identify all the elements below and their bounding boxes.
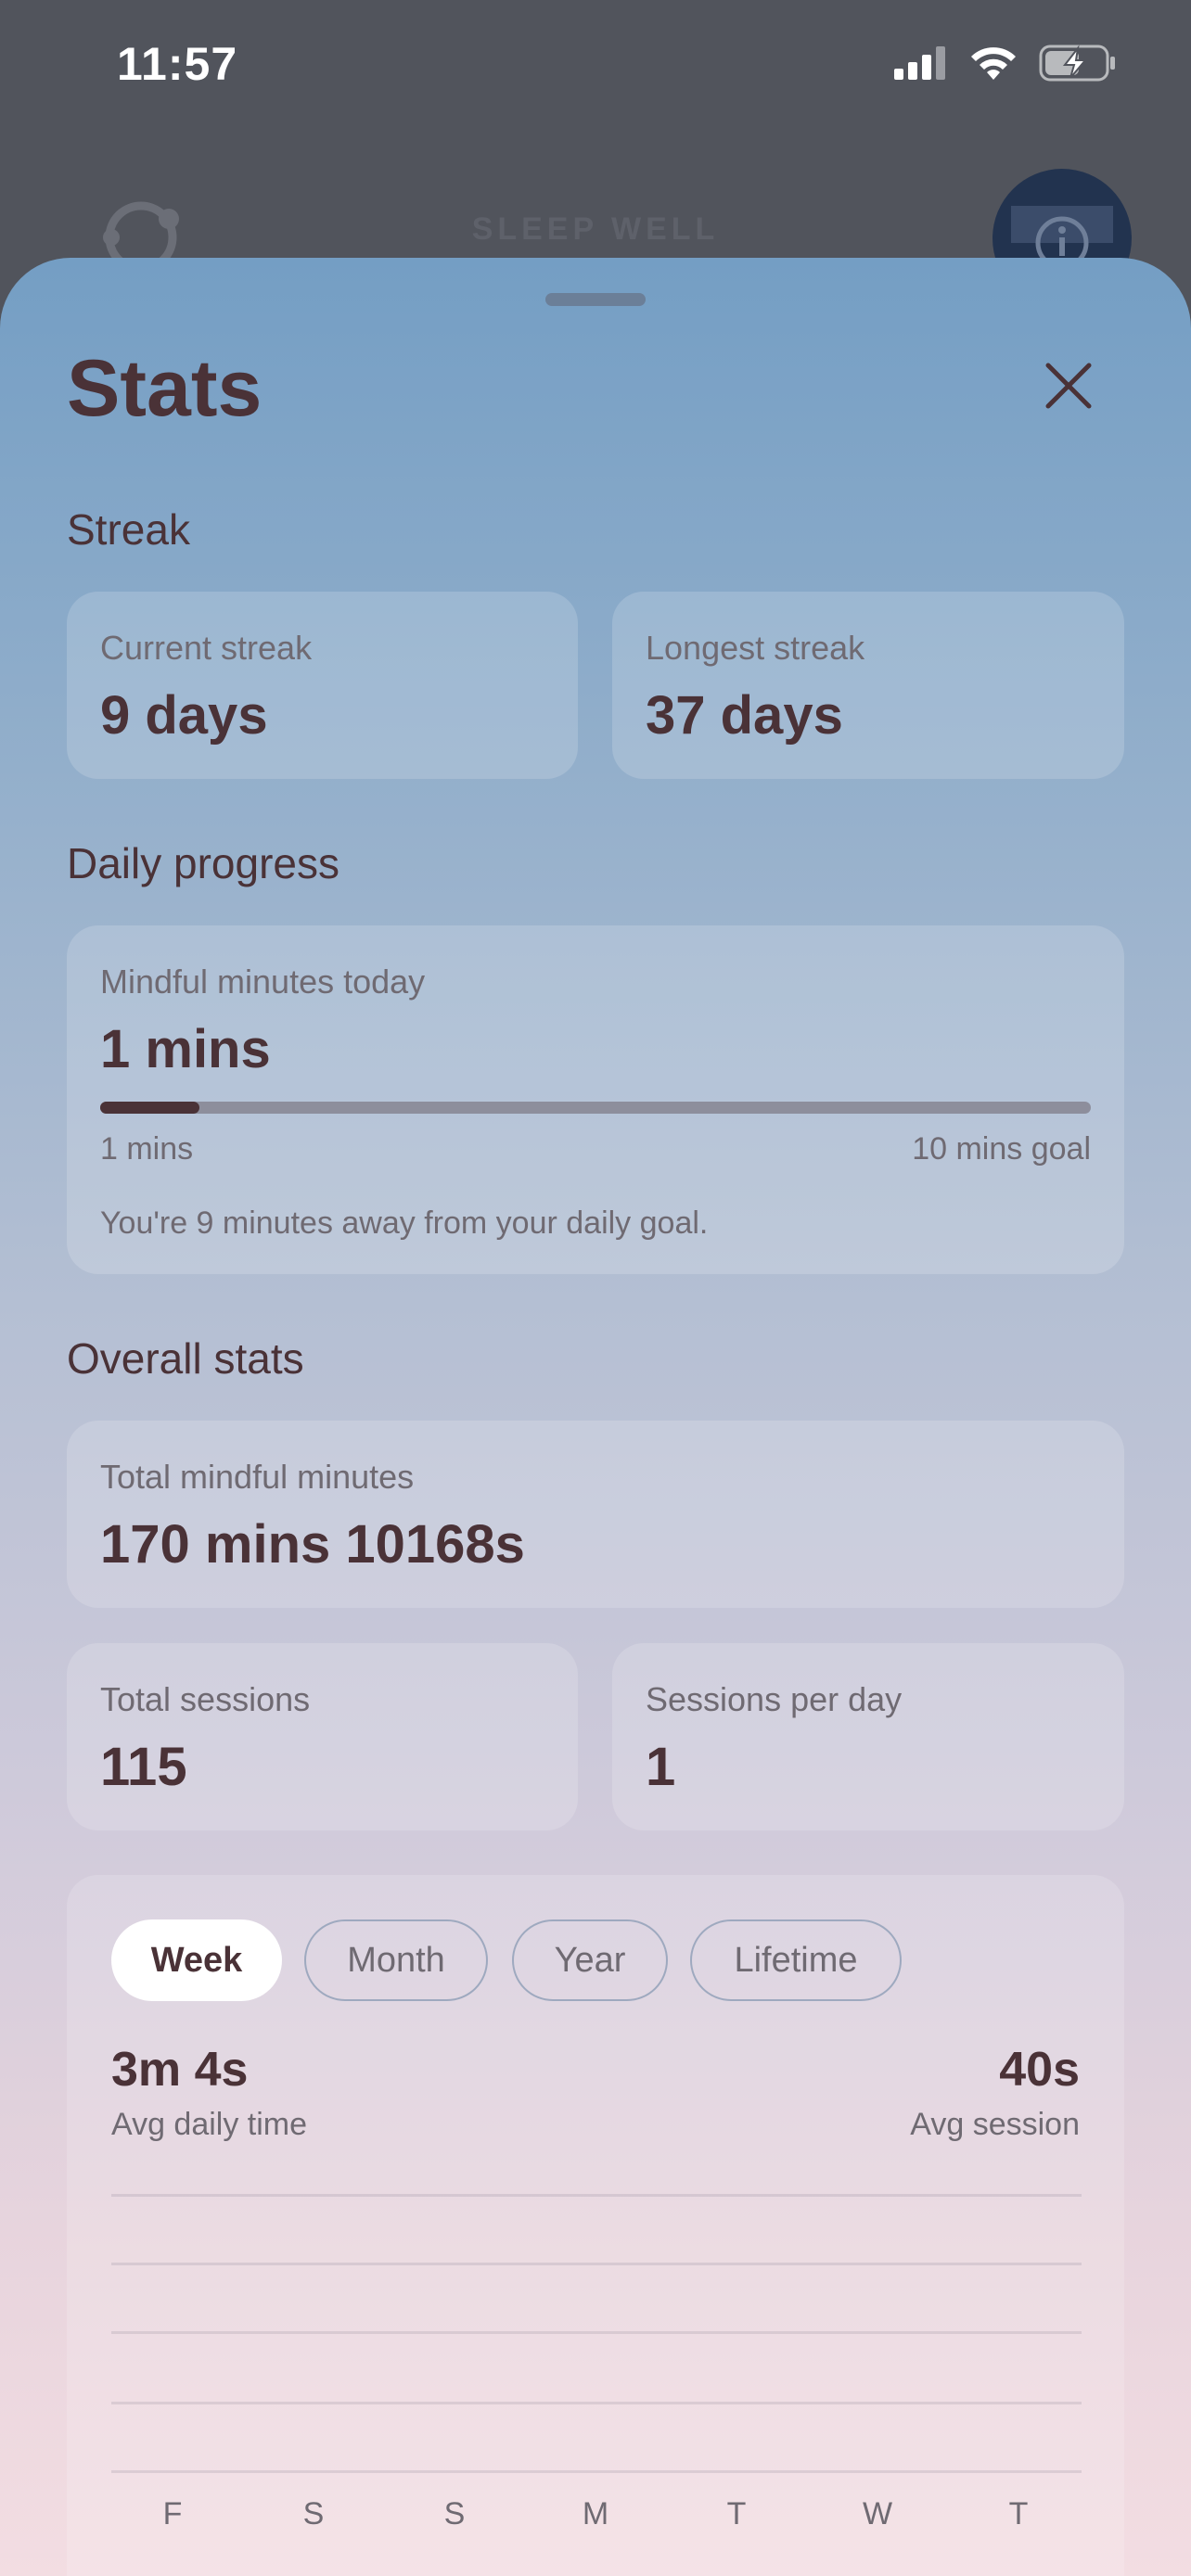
chart-gridline bbox=[111, 2470, 1082, 2473]
total-minutes-label: Total mindful minutes bbox=[100, 1458, 415, 1496]
sessions-per-day-value: 1 bbox=[646, 1737, 676, 1797]
progress-min-label: 1 mins bbox=[100, 1131, 194, 1167]
mindful-minutes-today-label: Mindful minutes today bbox=[100, 963, 426, 1001]
total-sessions-label: Total sessions bbox=[100, 1680, 311, 1718]
total-minutes-value: 170 mins 10168s bbox=[100, 1514, 525, 1575]
daily-progress-fill bbox=[100, 1102, 199, 1114]
day-label: M bbox=[582, 2496, 609, 2531]
day-label: S bbox=[302, 2496, 325, 2531]
longest-streak-label: Longest streak bbox=[646, 629, 865, 667]
status-time: 11:57 bbox=[117, 38, 238, 90]
avg-daily-value: 3m 4s bbox=[111, 2043, 249, 2097]
day-label: S bbox=[443, 2496, 466, 2531]
tab-month[interactable]: Month bbox=[304, 1919, 488, 2001]
streak-heading: Streak bbox=[67, 505, 190, 554]
sessions-per-day-card: Sessions per day 1 bbox=[612, 1643, 1124, 1830]
wifi-icon bbox=[971, 47, 1016, 80]
day-label: F bbox=[162, 2496, 183, 2531]
mindful-minutes-today-value: 1 mins bbox=[100, 1019, 271, 1079]
current-streak-label: Current streak bbox=[100, 629, 313, 667]
progress-message: You're 9 minutes away from your daily go… bbox=[100, 1205, 709, 1241]
period-stats-card: Week Month Year Lifetime 3m 4s Avg daily… bbox=[67, 1875, 1124, 2576]
day-label: W bbox=[862, 2496, 893, 2531]
chart-gridline bbox=[111, 2331, 1082, 2334]
close-icon[interactable] bbox=[1039, 356, 1098, 415]
longest-streak-card: Longest streak 37 days bbox=[612, 592, 1124, 779]
current-streak-value: 9 days bbox=[100, 685, 268, 746]
sheet-title: Stats bbox=[67, 344, 263, 433]
battery-charging-icon bbox=[1039, 45, 1115, 82]
tab-week[interactable]: Week bbox=[111, 1919, 282, 2001]
current-streak-card: Current streak 9 days bbox=[67, 592, 578, 779]
daily-progress-card: Mindful minutes today 1 mins 1 mins 10 m… bbox=[67, 925, 1124, 1274]
status-icons bbox=[894, 45, 1117, 82]
total-sessions-value: 115 bbox=[100, 1737, 187, 1797]
tab-lifetime[interactable]: Lifetime bbox=[690, 1919, 902, 2001]
progress-goal-label: 10 mins goal bbox=[912, 1131, 1091, 1167]
status-bar: 11:57 bbox=[0, 0, 1191, 139]
avg-session-value: 40s bbox=[999, 2043, 1080, 2097]
chart-gridline bbox=[111, 2194, 1082, 2197]
cellular-signal-icon bbox=[894, 46, 945, 80]
chart-gridline bbox=[111, 2263, 1082, 2265]
daily-progress-heading: Daily progress bbox=[67, 839, 339, 887]
stats-sheet: Stats Streak Current streak 9 days Longe… bbox=[0, 258, 1191, 2576]
overall-stats-heading: Overall stats bbox=[67, 1334, 304, 1383]
tab-year[interactable]: Year bbox=[512, 1919, 668, 2001]
sessions-per-day-label: Sessions per day bbox=[646, 1680, 903, 1718]
day-label: T bbox=[1008, 2496, 1029, 2531]
sheet-drag-handle[interactable] bbox=[545, 293, 646, 306]
total-sessions-card: Total sessions 115 bbox=[67, 1643, 578, 1830]
total-minutes-card: Total mindful minutes 170 mins 10168s bbox=[67, 1421, 1124, 1608]
avg-session-label: Avg session bbox=[910, 2107, 1080, 2142]
day-label: T bbox=[726, 2496, 747, 2531]
chart-gridline bbox=[111, 2402, 1082, 2404]
daily-progress-bar bbox=[100, 1102, 1091, 1114]
avg-daily-label: Avg daily time bbox=[111, 2107, 308, 2142]
longest-streak-value: 37 days bbox=[646, 685, 843, 746]
